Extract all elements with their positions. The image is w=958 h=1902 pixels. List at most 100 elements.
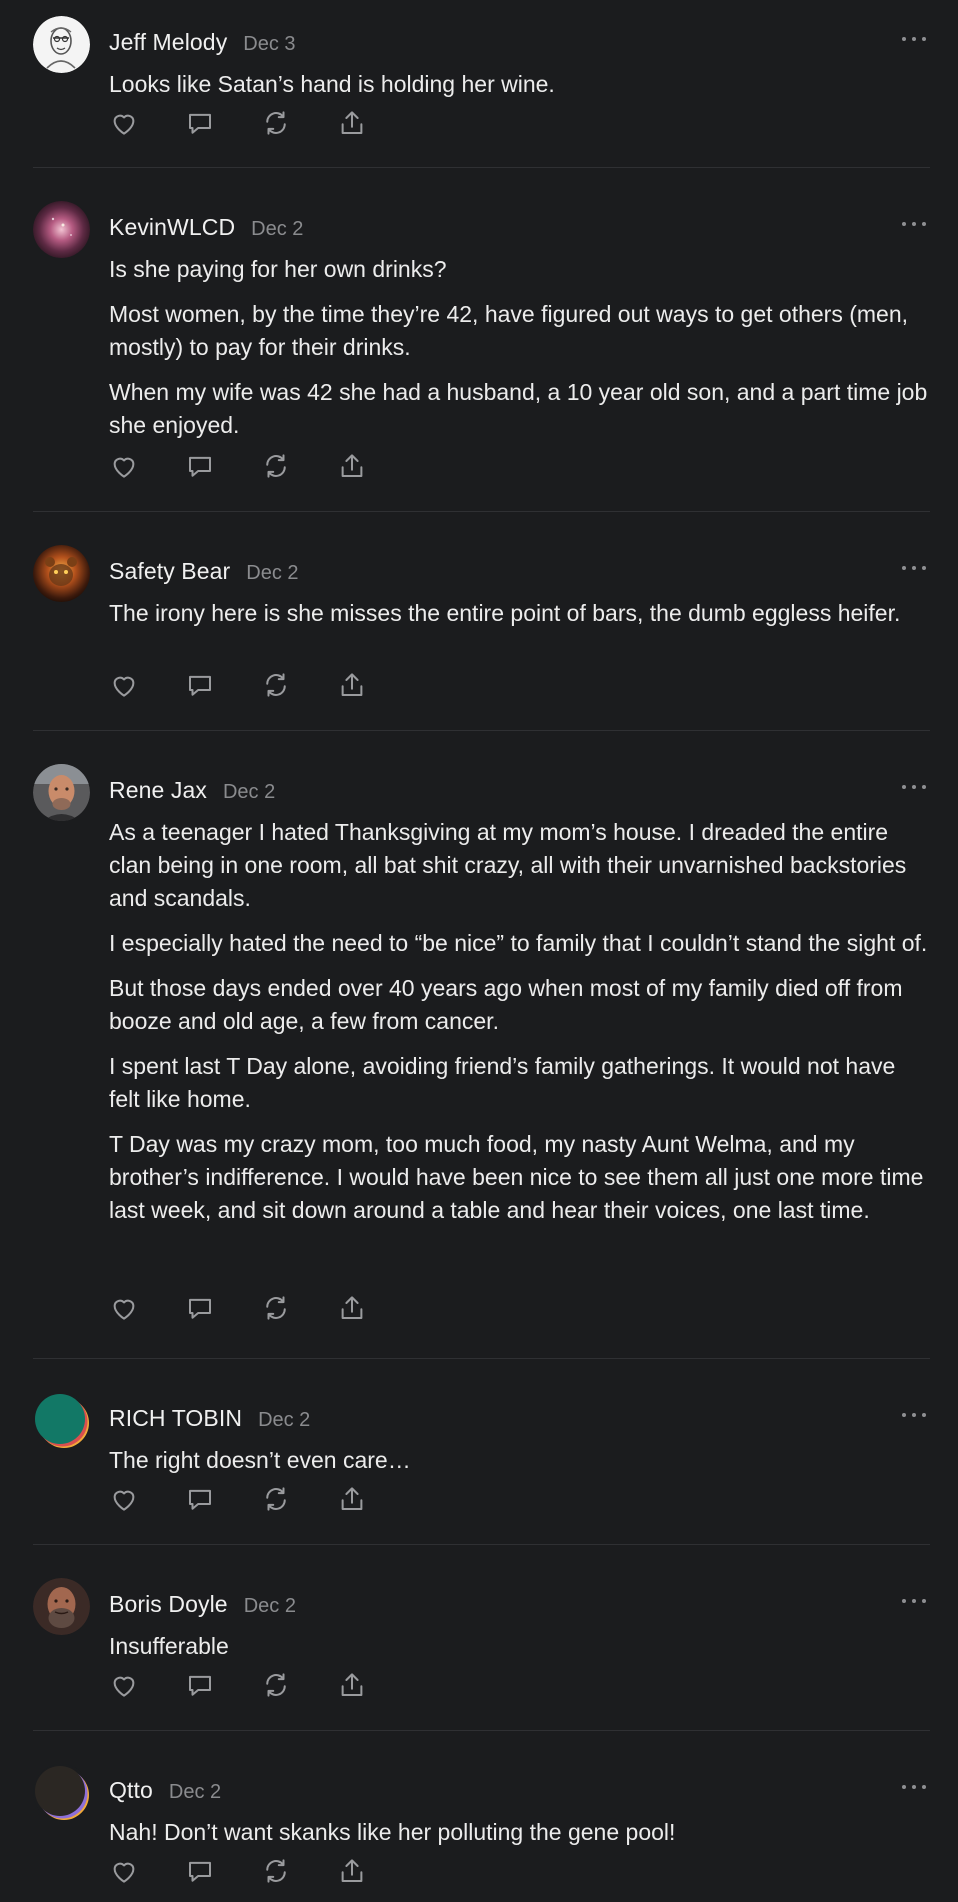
avatar-image bbox=[33, 545, 90, 602]
comment-date[interactable]: Dec 2 bbox=[244, 1595, 296, 1618]
heart-icon bbox=[113, 1299, 135, 1320]
restack-button[interactable] bbox=[261, 108, 291, 138]
restack-button[interactable] bbox=[261, 451, 291, 481]
like-button[interactable] bbox=[109, 670, 139, 700]
heart-icon bbox=[113, 1862, 135, 1883]
share-button[interactable] bbox=[337, 108, 367, 138]
share-button[interactable] bbox=[337, 1856, 367, 1886]
action-bar bbox=[109, 108, 413, 138]
more-options-icon[interactable] bbox=[902, 563, 926, 573]
comment-header: RICH TOBIN Dec 2 bbox=[109, 1405, 310, 1437]
like-button[interactable] bbox=[109, 1484, 139, 1514]
more-options-icon[interactable] bbox=[902, 34, 926, 44]
avatar-image bbox=[33, 16, 90, 73]
restack-button[interactable] bbox=[261, 1484, 291, 1514]
reply-button[interactable] bbox=[185, 1293, 215, 1323]
action-bar bbox=[109, 1670, 413, 1700]
divider bbox=[33, 1544, 930, 1545]
avatar-image bbox=[33, 201, 90, 258]
share-upload-icon bbox=[341, 1673, 363, 1696]
like-button[interactable] bbox=[109, 1670, 139, 1700]
more-options-icon[interactable] bbox=[902, 1410, 926, 1420]
comment-paragraph: I especially hated the need to “be nice”… bbox=[109, 930, 928, 956]
author-name[interactable]: Boris Doyle bbox=[109, 1591, 228, 1618]
share-button[interactable] bbox=[337, 1293, 367, 1323]
author-name[interactable]: RICH TOBIN bbox=[109, 1405, 242, 1432]
speech-bubble-icon bbox=[189, 1675, 211, 1696]
comment-paragraph: As a teenager I hated Thanksgiving at my… bbox=[109, 819, 907, 911]
heart-icon bbox=[113, 1676, 135, 1697]
action-bar bbox=[109, 1293, 413, 1323]
action-bar bbox=[109, 1856, 413, 1886]
share-button[interactable] bbox=[337, 451, 367, 481]
share-button[interactable] bbox=[337, 1484, 367, 1514]
avatar[interactable] bbox=[33, 16, 90, 73]
reply-button[interactable] bbox=[185, 108, 215, 138]
comment-body: The irony here is she misses the entire … bbox=[109, 597, 929, 642]
restack-button[interactable] bbox=[261, 1293, 291, 1323]
reply-button[interactable] bbox=[185, 451, 215, 481]
comment-header: Qtto Dec 2 bbox=[109, 1777, 221, 1809]
like-button[interactable] bbox=[109, 1293, 139, 1323]
avatar[interactable] bbox=[33, 1764, 90, 1821]
comment-body: Is she paying for her own drinks? Most w… bbox=[109, 253, 929, 454]
speech-bubble-icon bbox=[189, 1861, 211, 1882]
like-button[interactable] bbox=[109, 451, 139, 481]
avatar[interactable] bbox=[33, 201, 90, 258]
share-button[interactable] bbox=[337, 670, 367, 700]
more-options-icon[interactable] bbox=[902, 782, 926, 792]
restack-button[interactable] bbox=[261, 1856, 291, 1886]
comment-header: Jeff Melody Dec 3 bbox=[109, 29, 296, 61]
comment-date[interactable]: Dec 2 bbox=[251, 218, 303, 241]
comment-date[interactable]: Dec 3 bbox=[243, 33, 295, 56]
comment-header: Boris Doyle Dec 2 bbox=[109, 1591, 296, 1623]
avatar[interactable] bbox=[33, 545, 90, 602]
comment-header: Safety Bear Dec 2 bbox=[109, 558, 299, 590]
comment-paragraph: But those days ended over 40 years ago w… bbox=[109, 975, 903, 1034]
comment-date[interactable]: Dec 2 bbox=[223, 781, 275, 804]
author-name[interactable]: Jeff Melody bbox=[109, 29, 227, 56]
reply-button[interactable] bbox=[185, 1484, 215, 1514]
divider bbox=[33, 511, 930, 512]
heart-icon bbox=[113, 1490, 135, 1511]
comment-date[interactable]: Dec 2 bbox=[246, 562, 298, 585]
comment-date[interactable]: Dec 2 bbox=[169, 1781, 221, 1804]
like-button[interactable] bbox=[109, 108, 139, 138]
comment-paragraph: Insufferable bbox=[109, 1633, 229, 1659]
author-name[interactable]: KevinWLCD bbox=[109, 214, 235, 241]
action-bar bbox=[109, 670, 413, 700]
speech-bubble-icon bbox=[189, 456, 211, 477]
comment-date[interactable]: Dec 2 bbox=[258, 1409, 310, 1432]
avatar[interactable] bbox=[33, 1578, 90, 1635]
action-bar bbox=[109, 1484, 413, 1514]
avatar[interactable] bbox=[33, 764, 90, 821]
reply-button[interactable] bbox=[185, 1856, 215, 1886]
repost-icon bbox=[266, 454, 286, 478]
share-upload-icon bbox=[341, 1859, 363, 1882]
restack-button[interactable] bbox=[261, 670, 291, 700]
share-upload-icon bbox=[341, 111, 363, 134]
speech-bubble-icon bbox=[189, 1489, 211, 1510]
repost-icon bbox=[266, 1296, 286, 1320]
avatar[interactable] bbox=[33, 1392, 90, 1449]
repost-icon bbox=[266, 1487, 286, 1511]
comment-header: KevinWLCD Dec 2 bbox=[109, 214, 303, 246]
comment-paragraph: I spent last T Day alone, avoiding frien… bbox=[109, 1053, 896, 1112]
like-button[interactable] bbox=[109, 1856, 139, 1886]
divider bbox=[33, 1358, 930, 1359]
heart-icon bbox=[113, 457, 135, 478]
author-name[interactable]: Safety Bear bbox=[109, 558, 230, 585]
more-options-icon[interactable] bbox=[902, 1596, 926, 1606]
share-button[interactable] bbox=[337, 1670, 367, 1700]
divider bbox=[33, 1730, 930, 1731]
more-options-icon[interactable] bbox=[902, 219, 926, 229]
comment-paragraph: Looks like Satan’s hand is holding her w… bbox=[109, 71, 555, 97]
divider bbox=[33, 167, 930, 168]
author-name[interactable]: Qtto bbox=[109, 1777, 153, 1804]
reply-button[interactable] bbox=[185, 1670, 215, 1700]
more-options-icon[interactable] bbox=[902, 1782, 926, 1792]
reply-button[interactable] bbox=[185, 670, 215, 700]
author-name[interactable]: Rene Jax bbox=[109, 777, 207, 804]
restack-button[interactable] bbox=[261, 1670, 291, 1700]
heart-icon bbox=[113, 676, 135, 697]
